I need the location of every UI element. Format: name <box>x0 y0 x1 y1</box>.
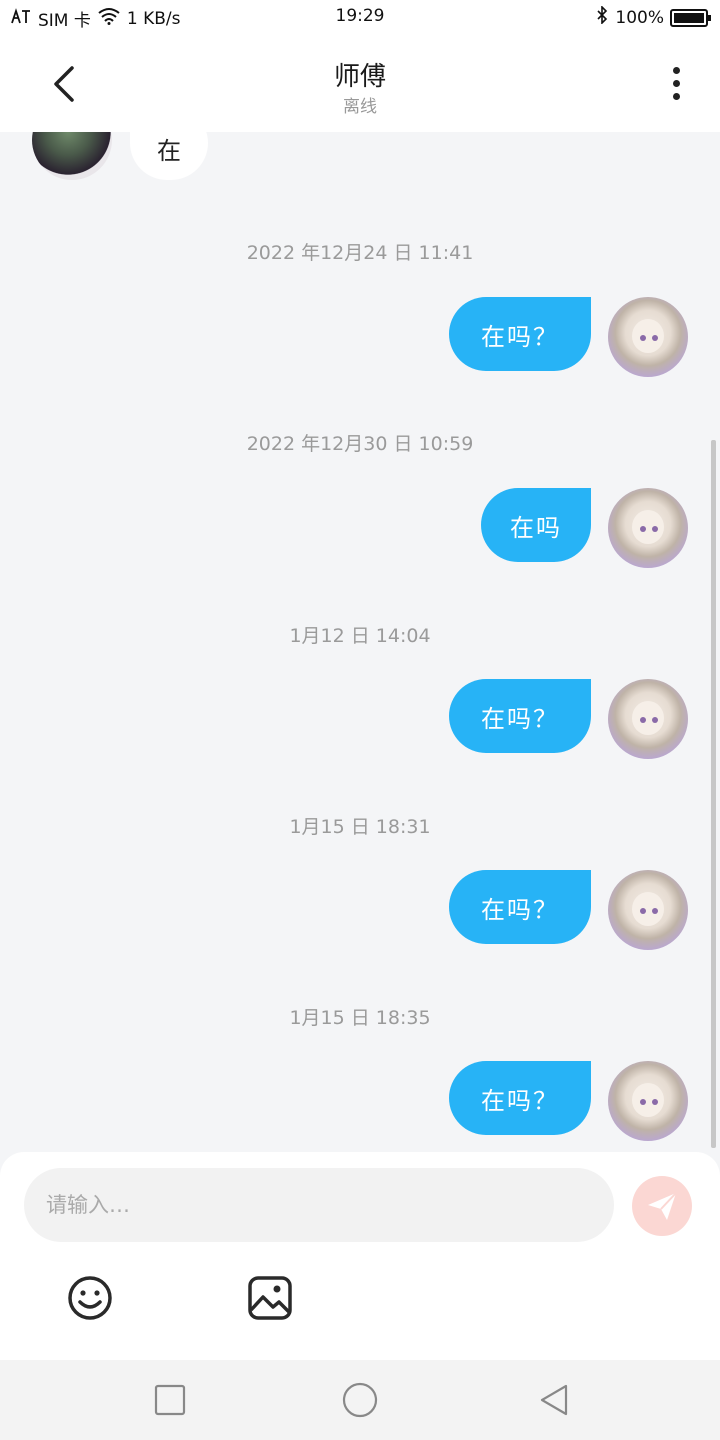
battery-percent: 100% <box>615 7 664 28</box>
bluetooth-icon <box>595 5 609 29</box>
my-avatar[interactable] <box>608 1061 688 1141</box>
contact-name: 师傅 <box>333 62 386 92</box>
more-vertical-icon <box>662 67 690 100</box>
message-timestamp: 2022 年12月30 日 10:59 <box>246 433 474 455</box>
composer <box>0 1152 720 1360</box>
my-avatar[interactable] <box>608 870 688 950</box>
emoji-button[interactable] <box>66 1274 114 1322</box>
circle-icon <box>342 1382 378 1418</box>
outgoing-message[interactable]: 在吗？ <box>449 297 591 371</box>
emoji-icon <box>68 1276 112 1320</box>
my-avatar[interactable] <box>608 488 688 568</box>
system-back-button[interactable] <box>534 1380 574 1420</box>
my-avatar[interactable] <box>608 297 688 377</box>
my-avatar[interactable] <box>608 679 688 759</box>
message-timestamp: 1月12 日 14:04 <box>289 625 431 647</box>
message-input[interactable] <box>24 1168 614 1242</box>
scrollbar[interactable] <box>711 440 716 1148</box>
status-bar: SIM 卡 1 KB/s 19:29 100% <box>0 0 720 34</box>
message-list[interactable]: 在 2022 年12月24 日 11:41 在吗？ 2022 年12月30 日 … <box>0 132 720 1152</box>
send-icon <box>648 1192 677 1220</box>
status-right: 100% <box>595 5 711 29</box>
outgoing-message[interactable]: 在吗？ <box>449 679 591 753</box>
outgoing-message[interactable]: 在吗 <box>481 488 591 562</box>
square-icon <box>154 1384 186 1416</box>
send-button[interactable] <box>632 1176 692 1236</box>
system-nav-bar <box>0 1360 720 1440</box>
battery-icon <box>670 8 711 27</box>
home-button[interactable] <box>340 1380 380 1420</box>
contact-status: 离线 <box>343 97 377 117</box>
triangle-back-icon <box>540 1384 568 1416</box>
contact-avatar[interactable] <box>32 132 112 180</box>
outgoing-message[interactable]: 在吗？ <box>449 1061 591 1135</box>
image-button[interactable] <box>246 1274 294 1322</box>
message-timestamp: 1月15 日 18:35 <box>289 1007 431 1029</box>
outgoing-message[interactable]: 在吗？ <box>449 870 591 944</box>
battery-fill <box>674 12 704 23</box>
chat-header: 师傅 离线 <box>0 34 720 132</box>
incoming-message[interactable]: 在 <box>130 132 208 180</box>
image-icon <box>248 1276 292 1320</box>
message-timestamp: 2022 年12月24 日 11:41 <box>246 242 474 264</box>
more-options-button[interactable] <box>662 64 690 104</box>
message-timestamp: 1月15 日 18:31 <box>289 816 431 838</box>
recent-apps-button[interactable] <box>150 1380 190 1420</box>
